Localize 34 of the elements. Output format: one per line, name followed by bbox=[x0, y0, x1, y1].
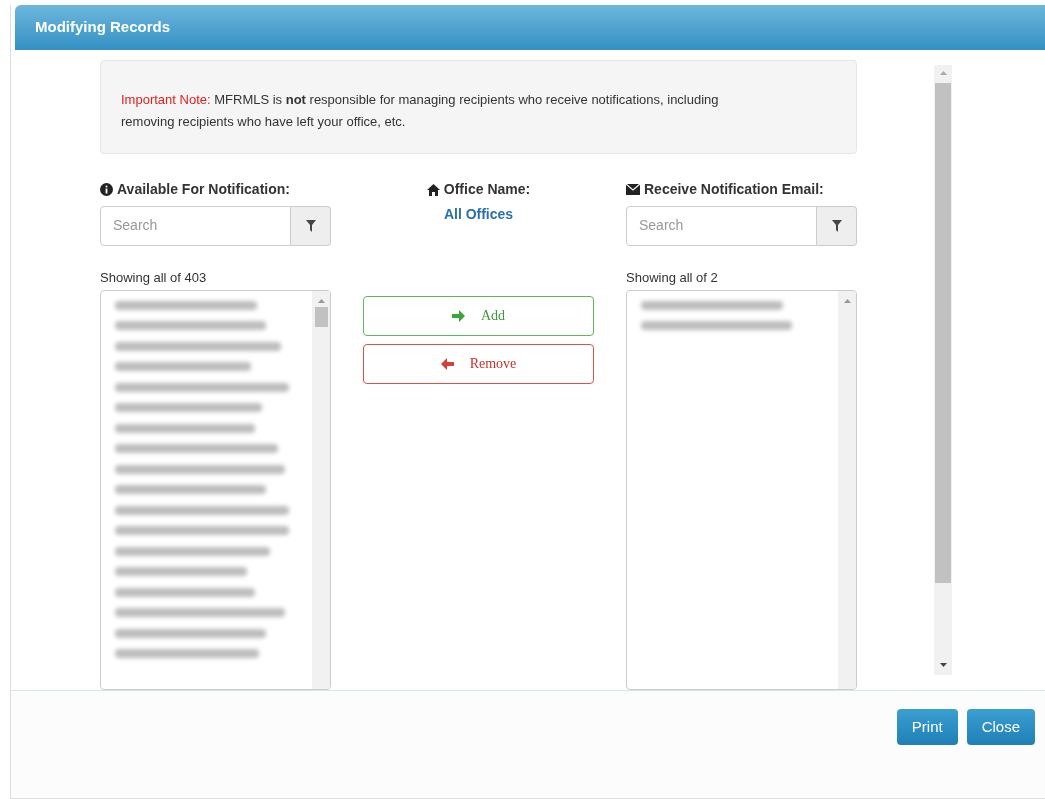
window-title: Modifying Records bbox=[35, 17, 170, 38]
remove-button[interactable]: Remove bbox=[363, 343, 594, 384]
scroll-thumb[interactable] bbox=[314, 307, 328, 327]
up-arrow-icon bbox=[843, 299, 851, 303]
footer-button[interactable]: Print bbox=[896, 709, 958, 745]
scroll-thumb[interactable] bbox=[935, 83, 951, 583]
column-heading: Available For Notification: bbox=[117, 180, 290, 199]
scrollbar[interactable] bbox=[838, 291, 856, 689]
list-box[interactable] bbox=[100, 290, 331, 690]
up-arrow-icon bbox=[317, 299, 325, 303]
note-text: Important Note: MFRMLS is not responsible for managing recipients who receive notifications, including removing recipients who have left your office, etc. bbox=[121, 91, 720, 131]
column-heading: Receive Notification Email: bbox=[644, 180, 824, 199]
home-icon bbox=[426, 183, 440, 196]
filter-button[interactable] bbox=[817, 205, 857, 246]
add-button[interactable]: Add bbox=[363, 295, 594, 336]
footer-button[interactable]: Close bbox=[966, 709, 1035, 745]
search-field[interactable]: Search bbox=[626, 205, 817, 246]
search-field[interactable]: Search bbox=[100, 205, 291, 246]
count-label: Showing all of 403 bbox=[100, 268, 208, 287]
arrow-icon bbox=[451, 309, 465, 322]
scrollbar[interactable] bbox=[312, 291, 330, 689]
filter-icon bbox=[305, 219, 316, 232]
column-heading: Office Name: bbox=[443, 180, 531, 199]
down-arrow-icon bbox=[939, 663, 947, 667]
page-scrollbar[interactable] bbox=[934, 65, 952, 675]
envelope-icon bbox=[626, 184, 640, 195]
filter-icon bbox=[831, 219, 842, 232]
arrow-icon bbox=[440, 357, 454, 370]
count-label: Showing all of 2 bbox=[626, 268, 719, 287]
office-link[interactable]: All Offices bbox=[443, 203, 514, 225]
filter-button[interactable] bbox=[291, 205, 331, 246]
up-arrow-icon bbox=[939, 71, 947, 75]
info-icon bbox=[100, 183, 113, 196]
list-box[interactable] bbox=[626, 290, 857, 690]
